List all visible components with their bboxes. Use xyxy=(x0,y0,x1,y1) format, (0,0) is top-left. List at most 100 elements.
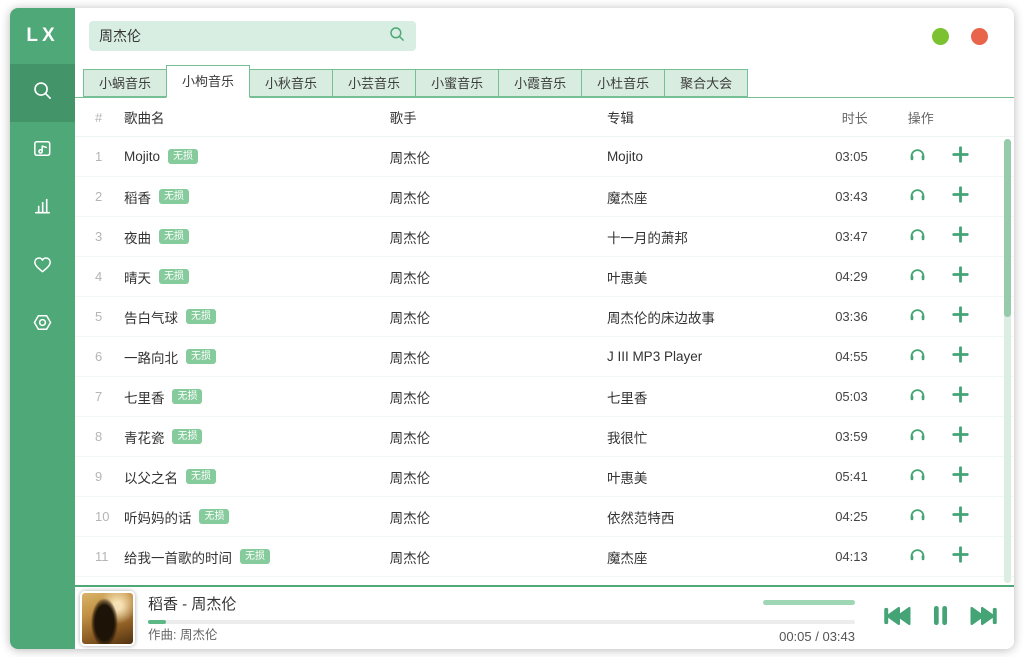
col-duration: 时长 xyxy=(790,108,867,127)
window-controls xyxy=(932,28,988,45)
listen-button[interactable] xyxy=(908,185,927,209)
sidebar-item-settings[interactable] xyxy=(10,296,75,354)
previous-button[interactable] xyxy=(881,602,912,635)
search-input[interactable] xyxy=(99,28,388,44)
song-title: 给我一首歌的时间 xyxy=(124,547,232,567)
music-list-icon xyxy=(31,137,54,165)
listen-button[interactable] xyxy=(908,505,927,529)
now-playing-title: 稻香 - 周杰伦 xyxy=(148,593,236,614)
listen-button[interactable] xyxy=(908,305,927,329)
tab-6[interactable]: 小霞音乐 xyxy=(498,69,582,97)
add-button[interactable] xyxy=(951,425,970,449)
add-button[interactable] xyxy=(951,345,970,369)
song-name-cell: 给我一首歌的时间 无损 xyxy=(124,547,390,567)
sidebar-item-leaderboard[interactable] xyxy=(10,180,75,238)
add-button[interactable] xyxy=(951,505,970,529)
table-row[interactable]: 11 给我一首歌的时间 无损 周杰伦 魔杰座 04:13 xyxy=(75,537,1014,577)
listen-button[interactable] xyxy=(908,225,927,249)
close-button[interactable] xyxy=(971,28,988,45)
add-button[interactable] xyxy=(951,385,970,409)
add-button[interactable] xyxy=(951,185,970,209)
song-name-cell: 以父之名 无损 xyxy=(124,467,390,487)
listen-button[interactable] xyxy=(908,345,927,369)
listen-button[interactable] xyxy=(908,545,927,569)
duration-cell: 05:41 xyxy=(790,469,867,484)
tab-1[interactable]: 小蜗音乐 xyxy=(83,69,167,97)
tab-2[interactable]: 小枸音乐 xyxy=(166,65,250,98)
duration-cell: 04:29 xyxy=(790,269,867,284)
sidebar-item-search[interactable] xyxy=(10,64,75,122)
settings-icon xyxy=(31,311,54,339)
app-logo: LX xyxy=(10,8,75,64)
plus-icon xyxy=(951,425,970,449)
song-name-cell: 晴天 无损 xyxy=(124,267,390,287)
pause-button[interactable] xyxy=(927,601,954,635)
player-bar: 稻香 - 周杰伦 作曲: 周杰伦 00:05 / 03:43 xyxy=(75,585,1014,649)
quality-badge: 无损 xyxy=(159,229,189,244)
table-row[interactable]: 10 听妈妈的话 无损 周杰伦 依然范特西 04:25 xyxy=(75,497,1014,537)
duration-cell: 03:36 xyxy=(790,309,867,324)
duration-cell: 05:03 xyxy=(790,389,867,404)
add-button[interactable] xyxy=(951,305,970,329)
headphone-icon xyxy=(908,345,927,369)
quality-badge: 无损 xyxy=(186,349,216,364)
table-row[interactable]: 9 以父之名 无损 周杰伦 叶惠美 05:41 xyxy=(75,457,1014,497)
artist-cell: 周杰伦 xyxy=(390,147,607,167)
tab-3[interactable]: 小秋音乐 xyxy=(249,69,333,97)
duration-cell: 03:47 xyxy=(790,229,867,244)
bar-chart-icon xyxy=(31,195,54,223)
artist-cell: 周杰伦 xyxy=(390,507,607,527)
tab-4[interactable]: 小芸音乐 xyxy=(332,69,416,97)
album-cell: 周杰伦的床边故事 xyxy=(607,307,791,327)
table-row[interactable]: 4 晴天 无损 周杰伦 叶惠美 04:29 xyxy=(75,257,1014,297)
headphone-icon xyxy=(908,145,927,169)
table-row[interactable]: 6 一路向北 无损 周杰伦 J III MP3 Player 04:55 xyxy=(75,337,1014,377)
sidebar-item-love[interactable] xyxy=(10,238,75,296)
add-button[interactable] xyxy=(951,265,970,289)
headphone-icon xyxy=(908,505,927,529)
add-button[interactable] xyxy=(951,225,970,249)
add-button[interactable] xyxy=(951,145,970,169)
song-name-cell: 听妈妈的话 无损 xyxy=(124,507,390,527)
artist-cell: 周杰伦 xyxy=(390,267,607,287)
scrollbar-thumb[interactable] xyxy=(1004,139,1011,317)
table-row[interactable]: 8 青花瓷 无损 周杰伦 我很忙 03:59 xyxy=(75,417,1014,457)
quality-badge: 无损 xyxy=(186,309,216,324)
quality-badge: 无损 xyxy=(159,269,189,284)
listen-button[interactable] xyxy=(908,385,927,409)
tab-7[interactable]: 小杜音乐 xyxy=(581,69,665,97)
scrollbar[interactable] xyxy=(1004,139,1011,583)
table-row[interactable]: 7 七里香 无损 周杰伦 七里香 05:03 xyxy=(75,377,1014,417)
headphone-icon xyxy=(908,185,927,209)
table-row[interactable]: 3 夜曲 无损 周杰伦 十一月的萧邦 03:47 xyxy=(75,217,1014,257)
add-button[interactable] xyxy=(951,545,970,569)
table-row[interactable]: 1 Mojito 无损 周杰伦 Mojito 03:05 xyxy=(75,137,1014,177)
sidebar-item-songlist[interactable] xyxy=(10,122,75,180)
listen-button[interactable] xyxy=(908,465,927,489)
header xyxy=(75,8,1014,64)
listen-button[interactable] xyxy=(908,425,927,449)
table-row[interactable]: 2 稻香 无损 周杰伦 魔杰座 03:43 xyxy=(75,177,1014,217)
plus-icon xyxy=(951,465,970,489)
row-index: 3 xyxy=(95,229,124,244)
artist-cell: 周杰伦 xyxy=(390,227,607,247)
tab-5[interactable]: 小蜜音乐 xyxy=(415,69,499,97)
search-icon[interactable] xyxy=(388,25,406,48)
progress-bar[interactable] xyxy=(148,620,855,624)
quality-badge: 无损 xyxy=(172,389,202,404)
col-actions: 操作 xyxy=(868,108,1014,127)
table-row[interactable]: 5 告白气球 无损 周杰伦 周杰伦的床边故事 03:36 xyxy=(75,297,1014,337)
add-button[interactable] xyxy=(951,465,970,489)
plus-icon xyxy=(951,185,970,209)
tab-8[interactable]: 聚合大会 xyxy=(664,69,748,97)
minimize-button[interactable] xyxy=(932,28,949,45)
artist-cell: 周杰伦 xyxy=(390,387,607,407)
listen-button[interactable] xyxy=(908,145,927,169)
artist-cell: 周杰伦 xyxy=(390,427,607,447)
next-button[interactable] xyxy=(969,602,1000,635)
listen-button[interactable] xyxy=(908,265,927,289)
album-art[interactable] xyxy=(80,591,135,646)
song-title: 晴天 xyxy=(124,267,151,287)
volume-slider[interactable] xyxy=(763,600,855,605)
song-title: 夜曲 xyxy=(124,227,151,247)
